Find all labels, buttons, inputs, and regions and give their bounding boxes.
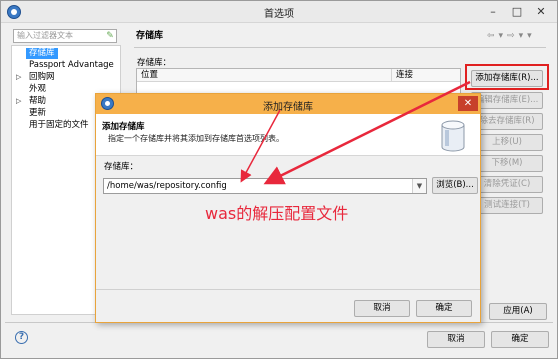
column-connection[interactable]: 连接 bbox=[392, 69, 460, 82]
divider bbox=[96, 289, 480, 290]
tree-item-repository[interactable]: 存储库 bbox=[26, 48, 58, 59]
dialog-title-bar: 添加存储库 ✕ bbox=[96, 94, 480, 114]
annotation-text: was的解压配置文件 bbox=[205, 204, 349, 223]
expand-arrow-icon[interactable]: ▷ bbox=[16, 72, 21, 83]
database-icon bbox=[441, 120, 465, 152]
repository-path-value: /home/was/repository.config bbox=[107, 181, 227, 191]
chevron-down-icon[interactable]: ▼ bbox=[412, 179, 426, 193]
column-location[interactable]: 位置 bbox=[137, 69, 392, 82]
clear-credentials-button[interactable]: 清除凭证(C) bbox=[471, 176, 543, 193]
highlight-box bbox=[465, 64, 549, 90]
filter-input[interactable]: 输入过滤器文本 bbox=[13, 29, 117, 43]
dialog-header-title: 添加存储库 bbox=[102, 122, 145, 132]
expand-arrow-icon[interactable]: ▷ bbox=[16, 96, 21, 107]
ok-button[interactable]: 确定 bbox=[491, 331, 549, 348]
cancel-button[interactable]: 取消 bbox=[427, 331, 485, 348]
repository-label: 存储库： bbox=[104, 162, 139, 172]
tree-item-passport-advantage[interactable]: Passport Advantage bbox=[29, 60, 114, 71]
move-down-button[interactable]: 下移(M) bbox=[471, 155, 543, 172]
dialog-cancel-button[interactable]: 取消 bbox=[354, 300, 410, 317]
tree-item-help[interactable]: 帮助 bbox=[29, 96, 46, 107]
page-title: 存储库 bbox=[136, 31, 164, 41]
divider bbox=[134, 47, 546, 48]
dialog-close-icon[interactable]: ✕ bbox=[458, 96, 478, 111]
dialog-header: 添加存储库 指定一个存储库并将其添加到存储库首选项列表。 bbox=[96, 114, 480, 156]
tree-item-update[interactable]: 更新 bbox=[29, 108, 46, 119]
tree-item-appearance[interactable]: 外观 bbox=[29, 84, 46, 95]
clear-filter-icon[interactable]: ✎ bbox=[104, 30, 116, 42]
title-bar: 首选项 – □ ✕ bbox=[1, 1, 557, 23]
repository-path-combo[interactable]: /home/was/repository.config ▼ bbox=[103, 178, 427, 194]
dialog-ok-button[interactable]: 确定 bbox=[416, 300, 472, 317]
test-connection-button[interactable]: 测试连接(T) bbox=[471, 197, 543, 214]
tree-item-fix-files[interactable]: 用于固定的文件 bbox=[29, 120, 89, 131]
move-up-button[interactable]: 上移(U) bbox=[471, 134, 543, 151]
tree-item-network[interactable]: 回购网 bbox=[29, 72, 55, 83]
dialog-header-description: 指定一个存储库并将其添加到存储库首选项列表。 bbox=[108, 134, 284, 143]
repository-list-label: 存储库： bbox=[137, 58, 172, 68]
remove-repository-button[interactable]: 除去存储库(R) bbox=[471, 113, 543, 130]
nav-arrows-icon[interactable]: ⇦▾⇨▾▾ bbox=[487, 31, 536, 41]
dialog-title: 添加存储库 bbox=[263, 102, 313, 113]
window-title: 首选项 bbox=[264, 9, 294, 20]
maximize-button[interactable]: □ bbox=[505, 3, 529, 20]
apply-button[interactable]: 应用(A) bbox=[489, 303, 547, 320]
edit-repository-button[interactable]: 编辑存储库(E)... bbox=[471, 92, 543, 109]
help-icon[interactable]: ? bbox=[15, 331, 28, 344]
minimize-button[interactable]: – bbox=[481, 3, 505, 20]
browse-button[interactable]: 浏览(B)... bbox=[432, 177, 478, 194]
close-button[interactable]: ✕ bbox=[529, 3, 553, 20]
